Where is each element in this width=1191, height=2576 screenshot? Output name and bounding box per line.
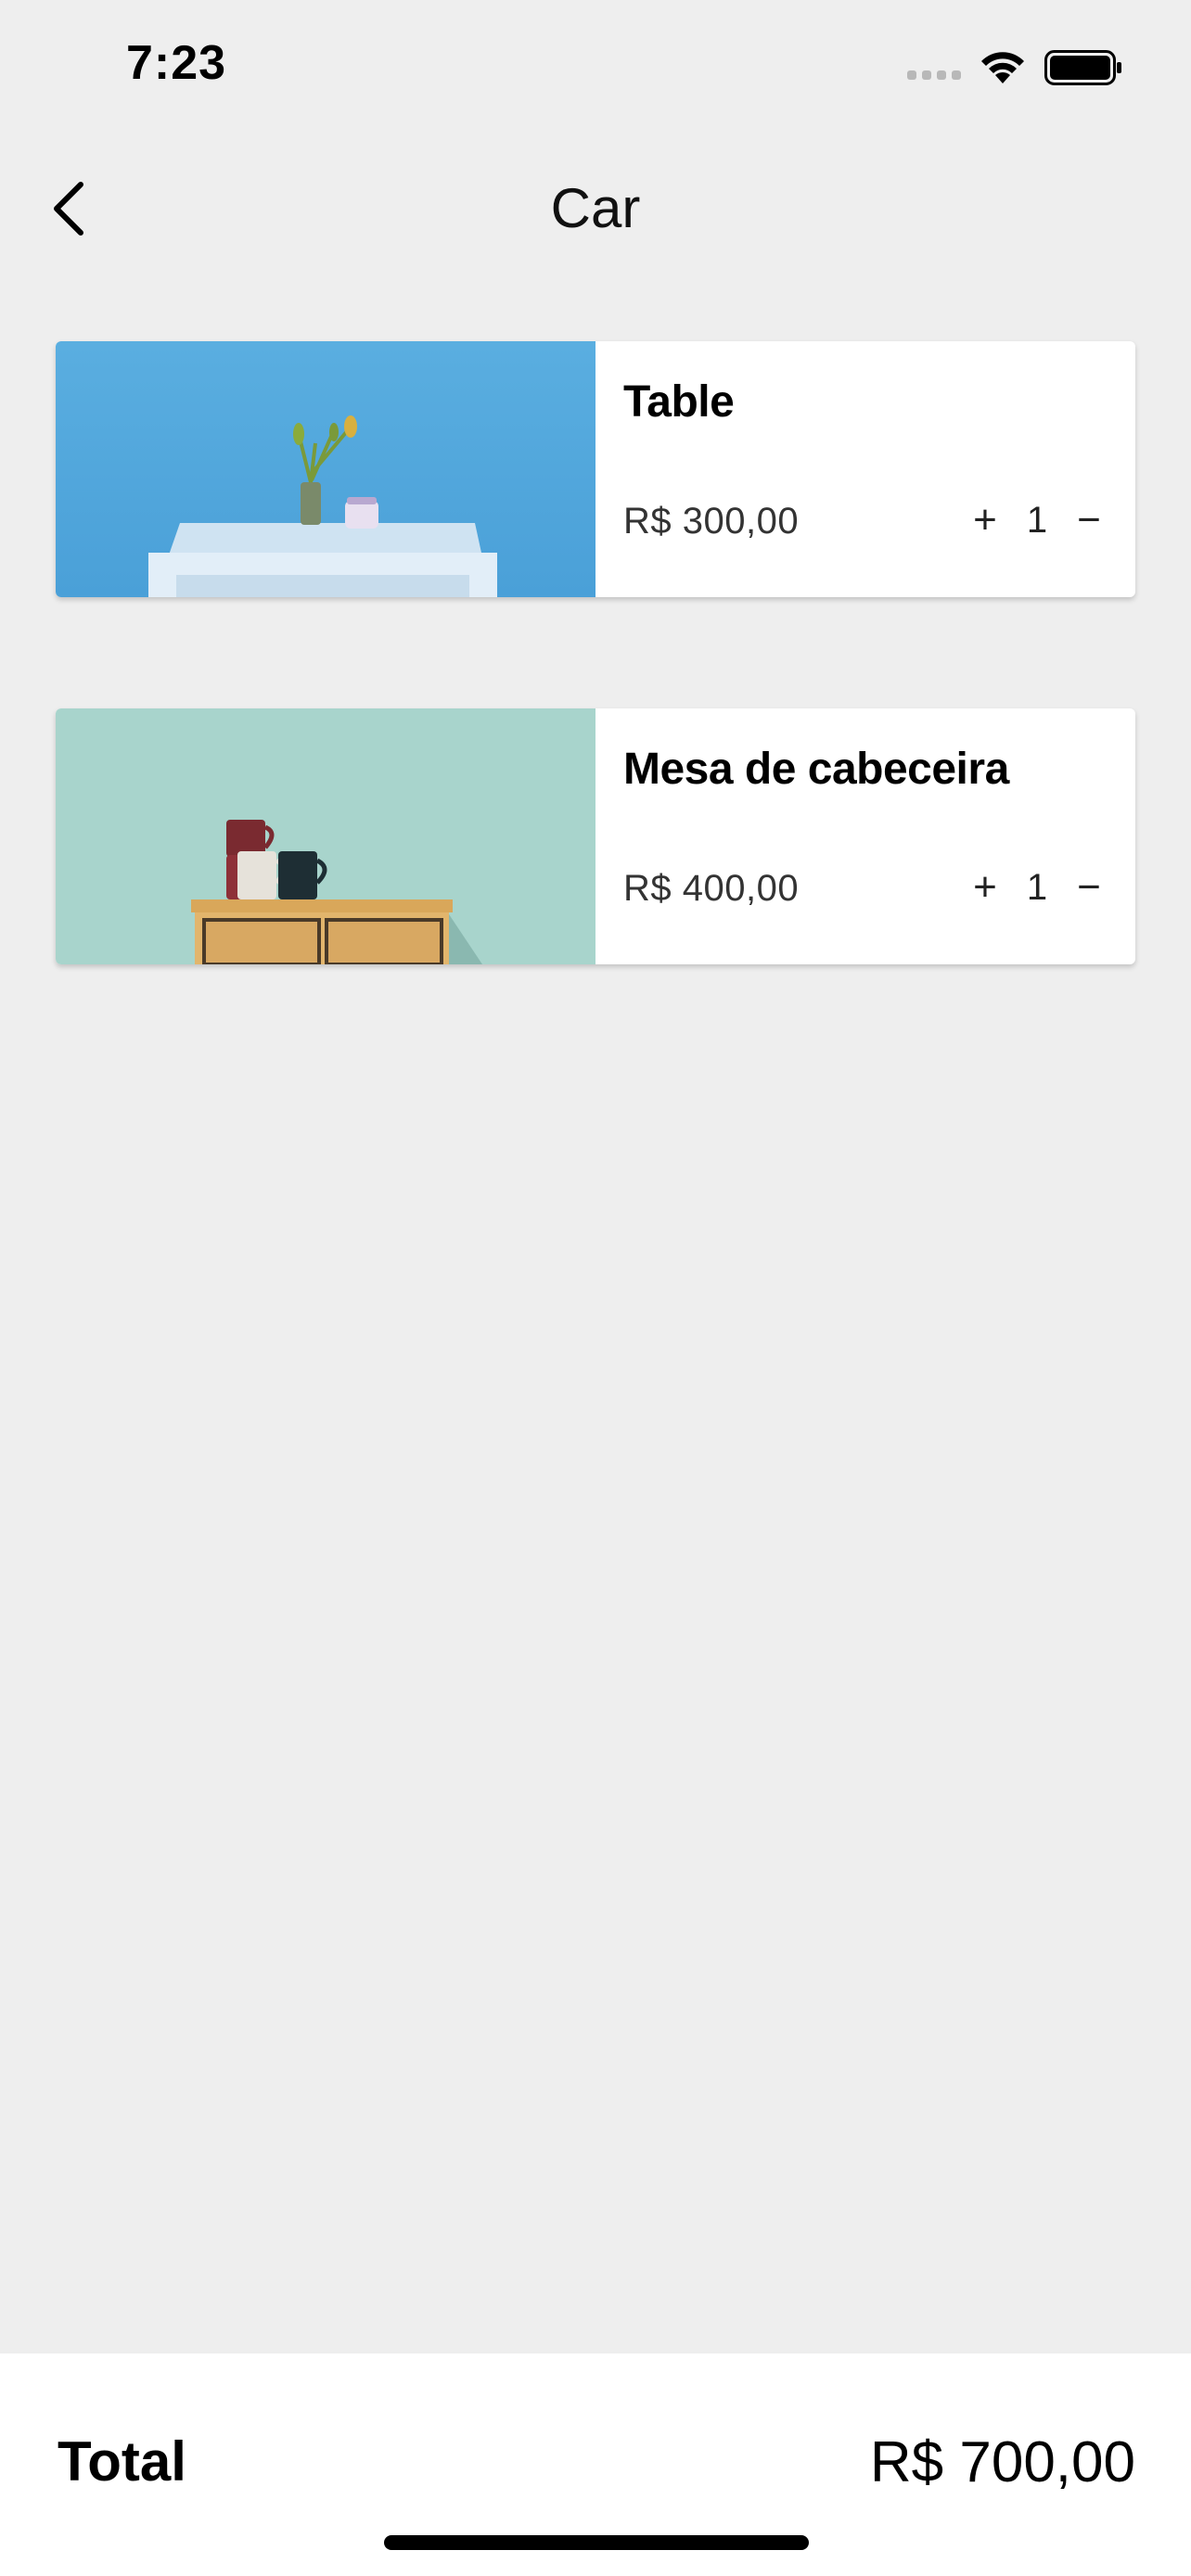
quantity-value: 1 (1026, 499, 1048, 541)
page-title: Car (550, 177, 641, 239)
increment-button[interactable]: + (961, 855, 1009, 920)
decrement-button[interactable]: − (1065, 488, 1113, 553)
decrement-button[interactable]: − (1065, 855, 1113, 920)
cart-screen: 7:23 Car Table R$ 300,00 + 1 − Mesa de c… (0, 0, 1191, 2576)
quantity-value: 1 (1026, 866, 1048, 908)
product-price: R$ 400,00 (623, 868, 800, 909)
product-name: Table (623, 377, 735, 427)
product-image (56, 708, 596, 964)
battery-icon (1044, 50, 1121, 85)
cart-item: Mesa de cabeceira R$ 400,00 + 1 − (56, 708, 1135, 964)
nav-bar: Car (0, 139, 1191, 278)
increment-button[interactable]: + (961, 488, 1009, 553)
total-label: Total (58, 2430, 186, 2493)
home-indicator[interactable] (384, 2535, 809, 2550)
cart-item: Table R$ 300,00 + 1 − (56, 341, 1135, 597)
product-price: R$ 300,00 (623, 501, 800, 542)
quantity-stepper: + 1 − (961, 855, 1113, 920)
cart-item-info: Table R$ 300,00 + 1 − (596, 341, 1135, 597)
status-bar: 7:23 (0, 0, 1191, 139)
cart-list: Table R$ 300,00 + 1 − Mesa de cabeceira … (56, 341, 1135, 1076)
status-time: 7:23 (126, 36, 227, 90)
total-value: R$ 700,00 (869, 2430, 1135, 2494)
wifi-icon (981, 52, 1024, 83)
quantity-stepper: + 1 − (961, 488, 1113, 553)
cart-item-info: Mesa de cabeceira R$ 400,00 + 1 − (596, 708, 1135, 964)
product-name: Mesa de cabeceira (623, 745, 1009, 794)
product-image (56, 341, 596, 597)
cellular-signal-icon (907, 70, 961, 80)
